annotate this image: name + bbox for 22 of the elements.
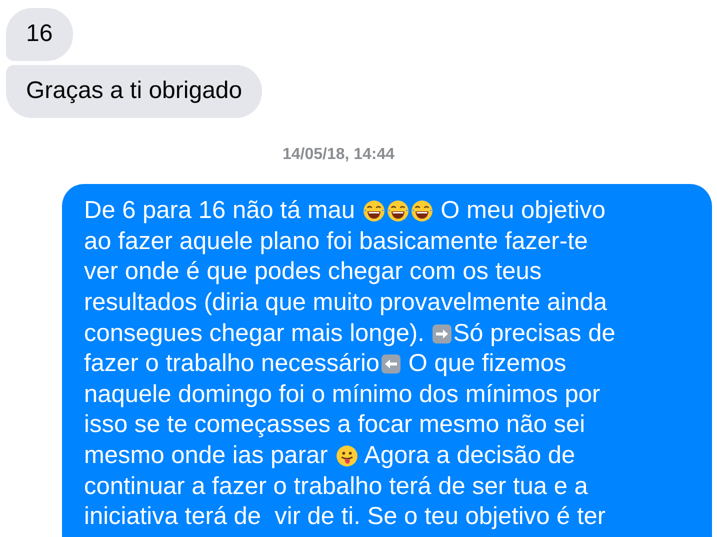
message-text: ver onde é que podes chegar com os teus bbox=[84, 258, 542, 286]
message-text: isso se te começasses a focar mesmo não sei bbox=[84, 411, 586, 440]
message-text: O meu objetivo bbox=[440, 197, 606, 226]
message-text: mesmo onde ias parar bbox=[84, 442, 329, 470]
message-text: iniciativa terá de vir de ti. Se o teu objetivo é ter bbox=[84, 503, 606, 532]
message-text: Agora a decisão de bbox=[363, 442, 576, 470]
laughing-emoji-icon bbox=[410, 200, 433, 222]
incoming-message-bubble: 16 bbox=[6, 8, 73, 61]
tongue-emoji-icon bbox=[336, 445, 358, 468]
message-text: consegues chegar mais longe). bbox=[84, 320, 426, 348]
message-text: fazer o trabalho necessário bbox=[84, 350, 380, 378]
message-text: De 6 para 16 não tá mau bbox=[84, 197, 356, 226]
message-text: Só precisas de bbox=[453, 320, 616, 348]
message-timestamp: 14/05/18, 14:44 bbox=[282, 146, 395, 164]
laughing-emoji-icon bbox=[386, 200, 409, 222]
message-text: naquele domingo foi o mínimo dos mínimos por bbox=[84, 380, 600, 409]
message-text: resultados (diria que muito provavelmente ainda bbox=[84, 289, 607, 318]
message-text: continuar a fazer o trabalho terá de ser tua e a bbox=[84, 472, 588, 501]
message-text: ao fazer aquele plano foi basicamente fazer-te bbox=[84, 228, 588, 256]
incoming-message-bubble: Graças a ti obrigado bbox=[6, 65, 262, 118]
laughing-emoji-icon bbox=[362, 200, 385, 222]
message-text: O que fizemos bbox=[407, 350, 566, 378]
